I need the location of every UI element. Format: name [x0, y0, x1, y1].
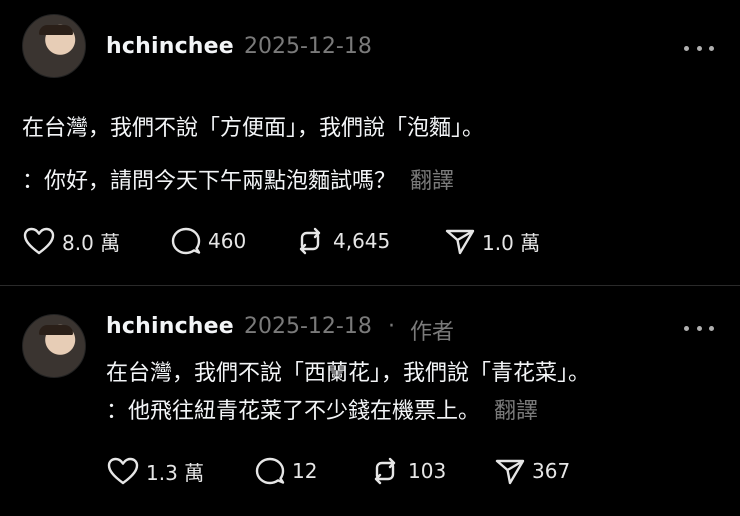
- share-count: 1.0 萬: [482, 230, 541, 255]
- separator-dot: ·: [388, 314, 395, 339]
- like-button[interactable]: 1.3 萬: [106, 456, 204, 486]
- repost-count: 4,645: [333, 229, 391, 253]
- share-icon: [445, 229, 475, 255]
- share-button[interactable]: 1.0 萬: [444, 226, 540, 256]
- more-icon[interactable]: [684, 322, 714, 334]
- like-count: 8.0 萬: [62, 230, 121, 255]
- post-divider: [0, 285, 740, 286]
- repost-icon: [374, 457, 396, 485]
- author-badge: 作者: [410, 320, 455, 345]
- heart-icon: [107, 457, 139, 485]
- repost-count: 103: [408, 459, 447, 483]
- like-count: 1.3 萬: [146, 460, 205, 485]
- comment-button[interactable]: 460: [170, 226, 246, 256]
- post-text-line2: ：你好，請問今天下午兩點泡麵試嗎？ 翻譯: [22, 163, 454, 195]
- share-count: 367: [532, 459, 571, 483]
- post-date: 2025-12-18: [244, 314, 372, 339]
- translate-link[interactable]: 翻譯: [494, 399, 538, 424]
- post-text-line2: ：他飛往紐青花菜了不少錢在機票上。 翻譯: [106, 393, 538, 425]
- username[interactable]: hchinchee: [106, 314, 234, 339]
- heart-icon: [23, 227, 55, 255]
- translate-link[interactable]: 翻譯: [410, 169, 454, 194]
- comment-icon: [255, 457, 285, 485]
- repost-icon: [299, 227, 321, 255]
- comment-count: 460: [208, 229, 247, 253]
- post-text-line1: 在台灣，我們不說「方便面」，我們說「泡麵」。: [22, 116, 485, 141]
- share-icon: [495, 459, 525, 485]
- repost-button[interactable]: 103: [368, 456, 446, 486]
- share-button[interactable]: 367: [494, 456, 570, 486]
- like-button[interactable]: 8.0 萬: [22, 226, 120, 256]
- post-text-line1: 在台灣，我們不說「西蘭花」，我們說「青花菜」。: [106, 361, 591, 386]
- comment-icon: [171, 227, 201, 255]
- comment-button[interactable]: 12: [254, 456, 317, 486]
- post-text-content: ：他飛往紐青花菜了不少錢在機票上。: [106, 399, 481, 424]
- username[interactable]: hchinchee: [106, 34, 234, 59]
- repost-button[interactable]: 4,645: [293, 226, 390, 256]
- post-text-content: ：你好，請問今天下午兩點泡麵試嗎？: [22, 169, 397, 194]
- comment-count: 12: [292, 459, 318, 483]
- post-date: 2025-12-18: [244, 34, 372, 59]
- more-icon[interactable]: [684, 42, 714, 54]
- avatar[interactable]: [22, 14, 86, 78]
- avatar[interactable]: [22, 314, 86, 378]
